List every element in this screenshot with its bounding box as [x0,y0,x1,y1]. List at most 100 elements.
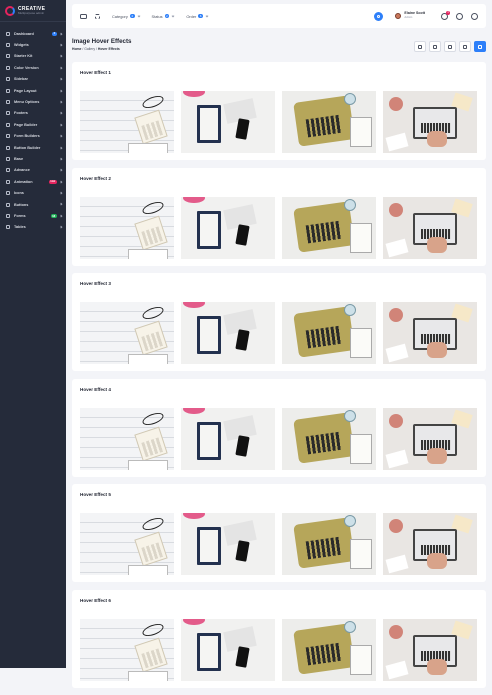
notebook-phone-photo[interactable] [181,618,275,681]
chevron-right-icon [59,225,63,229]
laptop-desk-photo[interactable] [383,618,477,681]
fullscreen-icon[interactable] [95,13,100,19]
sidebar-item-starter-kit[interactable]: Starter Kit [0,51,66,62]
sidebar-item-base[interactable]: Base [0,153,66,164]
logo-icon [5,5,15,16]
sidebar-item-forms[interactable]: Forms 18 [0,210,66,221]
typewriter-photo[interactable] [282,196,376,259]
photo-detail-board [128,143,168,153]
photo-detail-board [128,565,168,575]
image-row [80,513,478,575]
photo-detail-deco3 [385,343,409,363]
power-icon[interactable] [471,12,478,20]
settings-button[interactable] [444,41,456,52]
desk-calculator-photo[interactable] [80,513,174,575]
filter-category[interactable]: Category 4 [112,14,140,19]
sidebar-item-label: Animation [14,179,33,184]
search-button[interactable] [374,11,384,21]
tables-icon [6,225,10,230]
typewriter-photo[interactable] [282,513,376,575]
photo-detail-cup [344,93,356,105]
notebook-phone-photo[interactable] [181,513,275,575]
avatar [395,12,402,19]
laptop-desk-photo[interactable] [383,91,477,153]
chevron-right-icon [59,77,63,81]
filter-category-label: Category [112,13,128,19]
notifications-icon[interactable]: 4 [441,10,450,20]
sidebar-item-color-version[interactable]: Color Version [0,62,66,73]
photo-detail-notebook [197,527,221,565]
photo-detail-flower [183,91,205,97]
photo-detail-deco3 [385,238,409,257]
hover-effect-card: Hover Effect 5 [72,484,486,582]
chat-icon[interactable] [456,12,463,20]
photo-detail-notebook [197,632,221,671]
sidebar-item-form-builders[interactable]: Form Builders [0,131,66,142]
sidebar-item-button-builder[interactable]: Button Builder [0,142,66,153]
laptop-desk-photo[interactable] [383,302,477,364]
notebook-phone-photo[interactable] [181,91,275,153]
photo-detail-notebook [197,105,221,143]
desk-calculator-photo[interactable] [80,302,174,364]
home-button[interactable] [414,41,426,52]
page-header: Image Hover Effects Home / Gallery / Hov… [72,38,486,60]
notebook-phone-photo[interactable] [181,302,275,364]
typewriter-photo[interactable] [282,618,376,681]
photo-detail-calc [134,320,168,356]
brand-logo[interactable]: CREATIVE Multipurpose admin [0,0,66,22]
photo-detail-cup [344,304,356,316]
sidebar-item-animation[interactable]: Animation Hot [0,176,66,187]
sidebar-item-widgets[interactable]: Widgets [0,39,66,50]
star-icon [478,44,482,49]
sidebar-item-advance[interactable]: Advance [0,165,66,176]
advance-icon [6,168,10,173]
laptop-desk-photo[interactable] [383,513,477,575]
sidebar-icon [6,77,10,82]
sidebar-item-menu-options[interactable]: Menu Options [0,96,66,107]
sidebar-item-footers[interactable]: Footers [0,108,66,119]
filter-order[interactable]: Order 6 [186,13,209,19]
sidebar-item-dashboard[interactable]: Dashboard 4 [0,28,66,39]
gear-button[interactable] [459,41,471,52]
message-button[interactable] [429,41,441,52]
chevron-right-icon [59,54,63,59]
favorite-button[interactable] [474,41,486,52]
toggle-sidebar-icon[interactable] [80,13,87,19]
notebook-phone-photo[interactable] [181,196,275,259]
sidebar-item-label: Tables [14,225,26,230]
image-row [80,302,478,364]
breadcrumb-section[interactable]: Gallery [84,47,95,51]
photo-detail-phone [235,118,250,140]
photo-detail-deco3 [385,132,409,152]
sidebar-item-icons[interactable]: Icons [0,187,66,198]
photo-detail-board [128,354,168,364]
sidebar-item-page-layout[interactable]: Page Layout [0,85,66,96]
sidebar-item-buttons[interactable]: Buttons [0,199,66,210]
typewriter-photo[interactable] [282,302,376,364]
desk-calculator-photo[interactable] [80,91,174,153]
sidebar-item-tables[interactable]: Tables [0,222,66,233]
sidebar-item-label: Base [14,156,24,161]
typewriter-photo[interactable] [282,407,376,470]
photo-detail-phone [235,540,250,562]
laptop-desk-photo[interactable] [383,196,477,259]
filter-status[interactable]: Status 2 [152,14,175,19]
breadcrumb-home[interactable]: Home [72,47,81,51]
sidebar-item-sidebar[interactable]: Sidebar [0,74,66,85]
photo-detail-deco1 [389,413,403,428]
chevron-right-icon [59,123,63,127]
photo-detail-clip [350,117,372,147]
desk-calculator-photo[interactable] [80,196,174,259]
desk-calculator-photo[interactable] [80,618,174,681]
photo-detail-hand [427,553,447,569]
user-menu[interactable]: Elaine Scott Admin [395,12,425,19]
chevron-right-icon [59,43,63,47]
desk-calculator-photo[interactable] [80,407,174,470]
laptop-desk-photo[interactable] [383,407,477,470]
search-icon [377,14,381,18]
notebook-phone-photo[interactable] [181,407,275,470]
typewriter-photo[interactable] [282,91,376,153]
filter-order-label: Order [186,13,197,19]
photo-detail-clip [350,222,372,253]
sidebar-item-page-builder[interactable]: Page Builder [0,119,66,130]
